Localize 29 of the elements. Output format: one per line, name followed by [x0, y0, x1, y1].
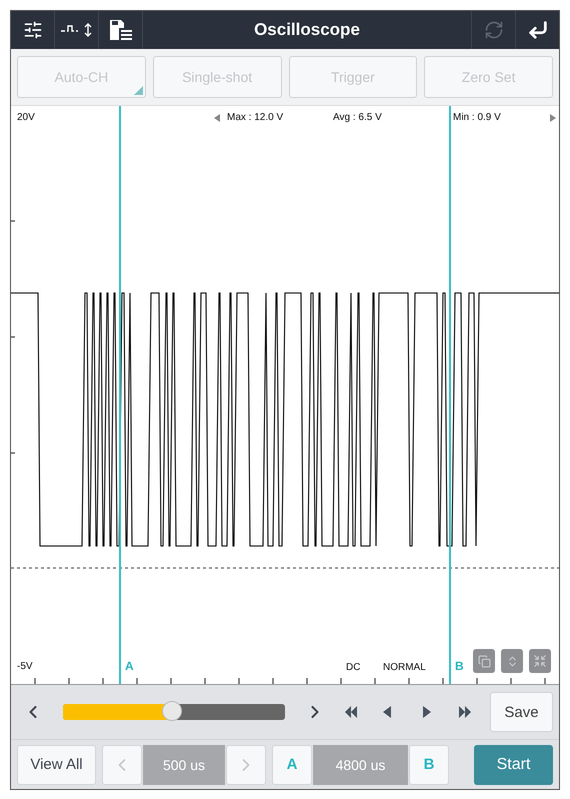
timebase-value: 500 us: [143, 744, 225, 784]
position-slider[interactable]: [63, 704, 285, 720]
start-button[interactable]: Start: [474, 744, 553, 784]
refresh-icon: [484, 20, 504, 40]
save-list-icon: [110, 20, 132, 40]
axis-label: 20V: [17, 112, 35, 123]
save-button[interactable]: Save: [490, 692, 553, 732]
cursor-b-button[interactable]: B: [409, 744, 449, 784]
shrink-icon: [533, 654, 547, 668]
trigger-mode-text: NORMAL: [383, 662, 426, 673]
dropdown-corner-icon: [134, 86, 143, 95]
pulse-arrows-icon: [60, 23, 92, 37]
cursor-label: B: [455, 659, 464, 673]
cursor-delta-value: 4800 us: [313, 744, 408, 784]
return-arrow-icon: [526, 19, 548, 41]
right-arrow-icon[interactable]: [550, 114, 556, 122]
cursor-a-button[interactable]: A: [272, 744, 312, 784]
left-arrow-icon[interactable]: [214, 114, 220, 122]
copy-icon: [478, 654, 490, 668]
view-all-button[interactable]: View All: [17, 744, 96, 784]
cursor-label: A: [125, 659, 134, 673]
stat-text: Avg : 6.5 V: [333, 112, 382, 123]
stat-text: Max : 12.0 V: [227, 112, 284, 123]
coupling-text: DC: [346, 662, 360, 673]
stat-text: Min : 0.9 V: [453, 112, 501, 123]
axis-label: -5V: [17, 661, 33, 672]
settings-icon: [22, 20, 42, 40]
slider-thumb[interactable]: [162, 701, 182, 721]
window-title: Oscilloscope: [253, 19, 361, 41]
